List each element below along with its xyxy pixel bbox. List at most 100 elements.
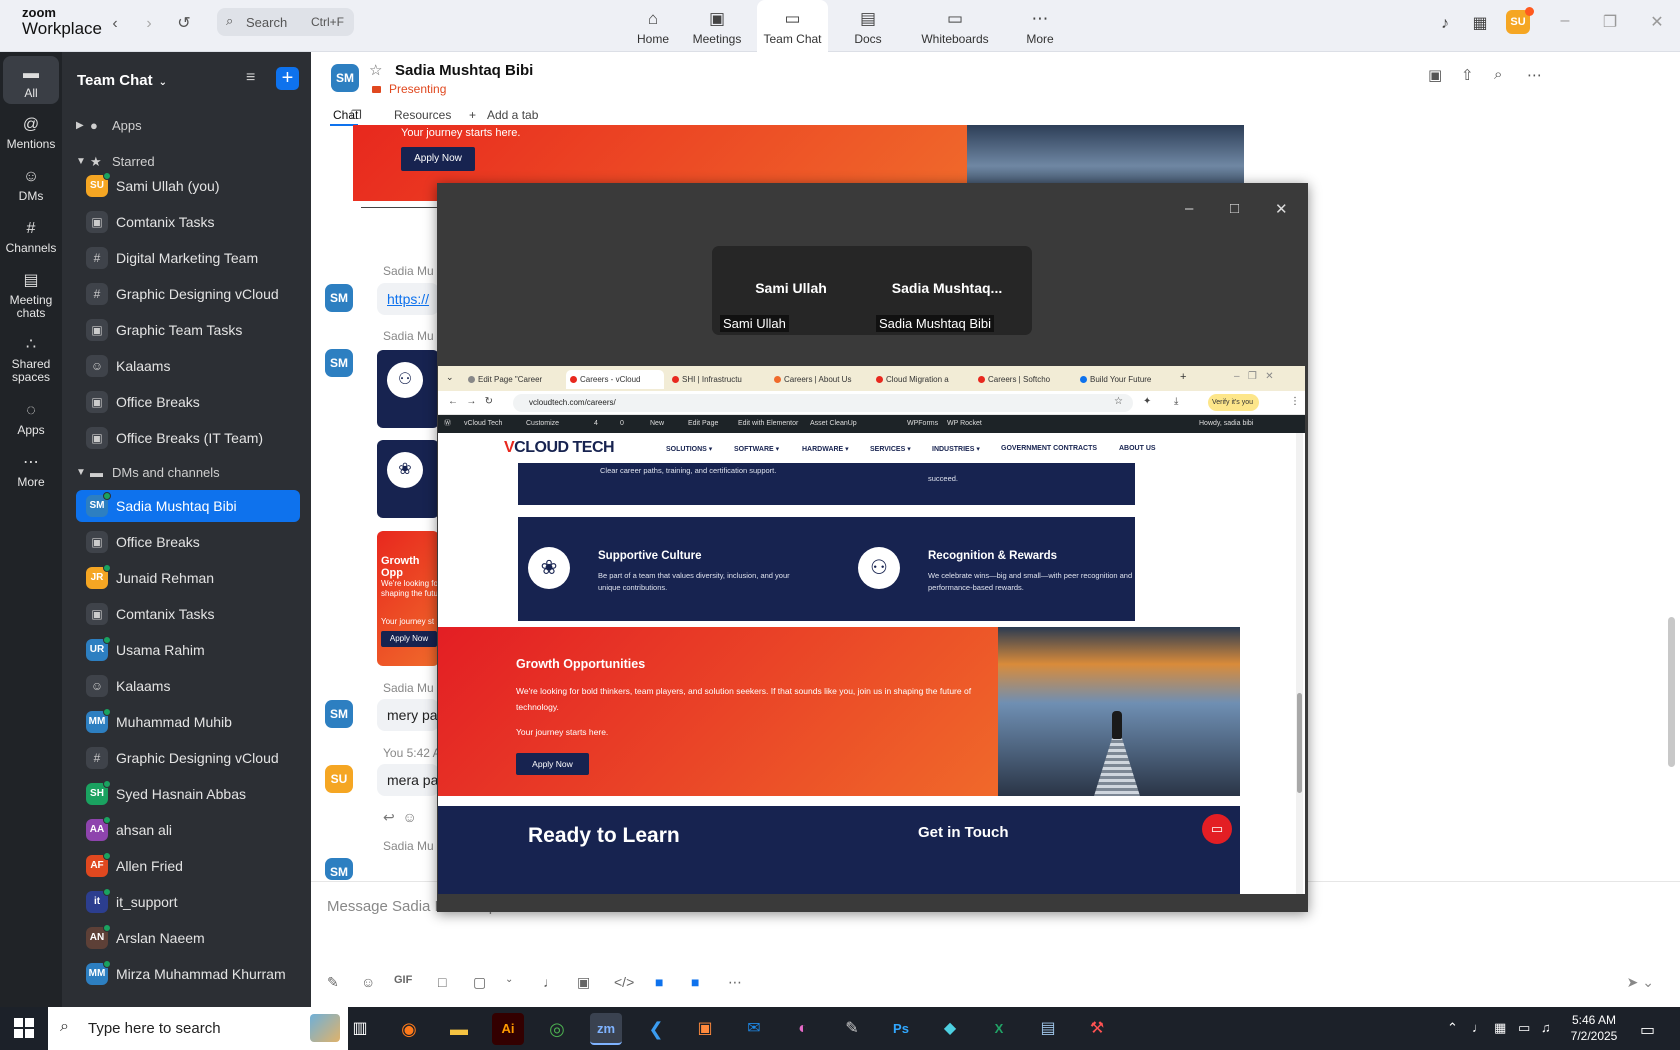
history-icon[interactable]: ↺ <box>172 12 196 36</box>
send-icon[interactable]: ➤ ⌄ <box>1627 974 1654 991</box>
chevron-up-icon[interactable]: ⌃ <box>1447 1020 1458 1036</box>
sidebar-item[interactable]: AA ahsan ali <box>76 814 300 846</box>
filter-icon[interactable]: ≡ <box>246 69 255 87</box>
avatar[interactable]: SU <box>325 765 353 793</box>
app-icon[interactable]: ◆ <box>934 1013 966 1045</box>
maximize-icon[interactable]: □ <box>1230 200 1239 217</box>
avatar[interactable]: SM <box>325 349 353 377</box>
microphone-icon[interactable]: ♩ <box>543 974 557 990</box>
minimize-icon[interactable]: – <box>1553 12 1577 30</box>
close-icon[interactable]: ✕ <box>1275 200 1288 218</box>
rail-more[interactable]: ⋯ More <box>3 453 59 489</box>
format-icon[interactable]: ✎ <box>327 974 339 991</box>
bell-icon[interactable]: ♪ <box>1433 12 1457 36</box>
notification-center-icon[interactable]: ▭ <box>1640 1020 1655 1040</box>
app-icon[interactable]: ■ <box>691 974 699 990</box>
photo-app-icon[interactable]: ◐ <box>787 1013 819 1045</box>
rail-mentions[interactable]: @ Mentions <box>3 115 59 151</box>
new-chat-button[interactable]: + <box>276 67 299 90</box>
sidebar-item[interactable]: ☺ Kalaams <box>76 350 300 382</box>
sidebar-item[interactable]: MM Muhammad Muhib <box>76 706 300 738</box>
excel-icon[interactable]: X <box>983 1013 1015 1045</box>
tab-add[interactable]: Add a tab <box>487 108 538 122</box>
sidebar-item[interactable]: JR Junaid Rehman <box>76 562 300 594</box>
tab-whiteboards[interactable]: ▭ Whiteboards <box>918 0 992 52</box>
image-attachment[interactable]: ❀ <box>377 440 439 518</box>
avatar[interactable]: SM <box>325 700 353 728</box>
rail-dms[interactable]: ☺ DMs <box>3 167 59 203</box>
sidebar-item[interactable]: ▣ Office Breaks (IT Team) <box>76 422 300 454</box>
task-view-icon[interactable]: ▥ <box>344 1013 376 1045</box>
screenshot-icon[interactable]: ▢ <box>473 974 486 991</box>
tab-more[interactable]: ⋯ More <box>1024 0 1056 52</box>
section-dms[interactable]: ▼ ▬ DMs and channels <box>76 457 300 489</box>
avatar[interactable]: SM <box>325 284 353 312</box>
firefox-icon[interactable]: ◉ <box>393 1013 425 1045</box>
avatar[interactable]: SM <box>331 64 359 92</box>
rail-apps[interactable]: ◌ Apps <box>3 401 59 437</box>
sidebar-item[interactable]: AN Arslan Naeem <box>76 922 300 954</box>
section-apps[interactable]: ▶ ● Apps <box>76 110 300 142</box>
gif-icon[interactable]: GIF <box>394 974 412 986</box>
windows-start-icon[interactable] <box>14 1018 34 1038</box>
sidebar-item[interactable]: MM Mirza Muhammad Khurram <box>76 958 300 990</box>
notepad-icon[interactable]: ▤ <box>1032 1013 1064 1045</box>
sidebar-item[interactable]: SH Syed Hasnain Abbas <box>76 778 300 810</box>
minimize-icon[interactable]: – <box>1185 200 1193 217</box>
sidebar-item[interactable]: # Graphic Designing vCloud <box>76 742 300 774</box>
star-icon[interactable]: ☆ <box>369 61 382 79</box>
search-box[interactable]: ⌕ Search Ctrl+F <box>217 8 354 36</box>
video-camera-icon[interactable]: ▣ <box>1428 66 1442 84</box>
participant-tile[interactable]: Sami Ullah Sami Ullah <box>716 246 866 335</box>
network-icon[interactable]: ▦ <box>1494 1020 1506 1036</box>
user-avatar[interactable]: SU <box>1506 7 1534 34</box>
zoom-icon[interactable]: zm <box>590 1013 622 1045</box>
app-icon[interactable]: ■ <box>655 974 663 990</box>
illustrator-icon[interactable]: Ai <box>492 1013 524 1045</box>
message-bubble[interactable]: https:// <box>377 283 439 315</box>
sidebar-item[interactable]: ☺ Kalaams <box>76 670 300 702</box>
chat-scrollbar[interactable] <box>1668 617 1675 767</box>
vscode-icon[interactable]: ❮ <box>640 1013 672 1045</box>
image-attachment[interactable]: ⚇ <box>377 350 439 428</box>
message-bubble[interactable]: mery pa <box>377 699 439 731</box>
chevron-down-icon[interactable]: ⌄ <box>505 974 513 985</box>
outlook-icon[interactable]: ✉ <box>738 1013 770 1045</box>
sidebar-item[interactable]: # Graphic Designing vCloud <box>76 278 300 310</box>
rail-all[interactable]: ▬ All <box>3 56 59 104</box>
share-screen-icon[interactable]: ⇧ <box>1461 66 1474 84</box>
tab-meetings[interactable]: ▣ Meetings <box>691 0 743 52</box>
rail-channels[interactable]: # Channels <box>3 219 59 255</box>
close-icon[interactable]: ✕ <box>1645 12 1669 32</box>
screen-share-window[interactable]: – □ ✕ Sami Ullah Sami Ullah Sadia Mushta… <box>437 183 1308 912</box>
taskbar-search[interactable]: ⌕ Type here to search <box>48 1007 348 1050</box>
video-message-icon[interactable]: ▣ <box>577 974 590 991</box>
image-attachment[interactable]: Growth Opp We're looking fo shaping the … <box>377 531 439 666</box>
file-icon[interactable]: □ <box>438 974 446 990</box>
code-icon[interactable]: </> <box>614 974 634 990</box>
tab-resources[interactable]: Resources <box>394 108 451 122</box>
calendar-icon[interactable]: ▦ <box>1468 12 1492 36</box>
participant-tile[interactable]: Sadia Mushtaq... Sadia Mushtaq Bibi <box>872 246 1022 335</box>
emoji-icon[interactable]: ☺ <box>403 809 417 825</box>
sidebar-item[interactable]: ▣ Graphic Team Tasks <box>76 314 300 346</box>
message-link[interactable]: https:// <box>387 291 429 307</box>
message-bubble[interactable]: mera pa <box>377 764 439 796</box>
rail-shared-spaces[interactable]: ∴ Shared spaces <box>3 335 59 383</box>
search-icon[interactable]: ⌕ <box>1494 66 1502 83</box>
sidebar-title[interactable]: Team Chat ⌄ <box>77 72 167 89</box>
sidebar-item[interactable]: ▣ Comtanix Tasks <box>76 598 300 630</box>
display-icon[interactable]: ▭ <box>1518 1020 1530 1036</box>
tab-home[interactable]: ⌂ Home <box>624 0 682 52</box>
sidebar-item[interactable]: SM Sadia Mushtaq Bibi <box>76 490 300 522</box>
emoji-icon[interactable]: ☺ <box>361 974 375 990</box>
sidebar-item[interactable]: ▣ Comtanix Tasks <box>76 206 300 238</box>
photoshop-icon[interactable]: Ps <box>885 1013 917 1045</box>
sidebar-item[interactable]: AF Allen Fried <box>76 850 300 882</box>
back-icon[interactable]: ‹ <box>103 12 127 36</box>
tab-team-chat[interactable]: ▭ Team Chat <box>757 0 828 52</box>
sidebar-item[interactable]: UR Usama Rahim <box>76 634 300 666</box>
more-icon[interactable]: ⋯ <box>1527 66 1542 84</box>
sidebar-item[interactable]: it it_support <box>76 886 300 918</box>
sidebar-item[interactable]: SU Sami Ullah (you) <box>76 170 300 202</box>
